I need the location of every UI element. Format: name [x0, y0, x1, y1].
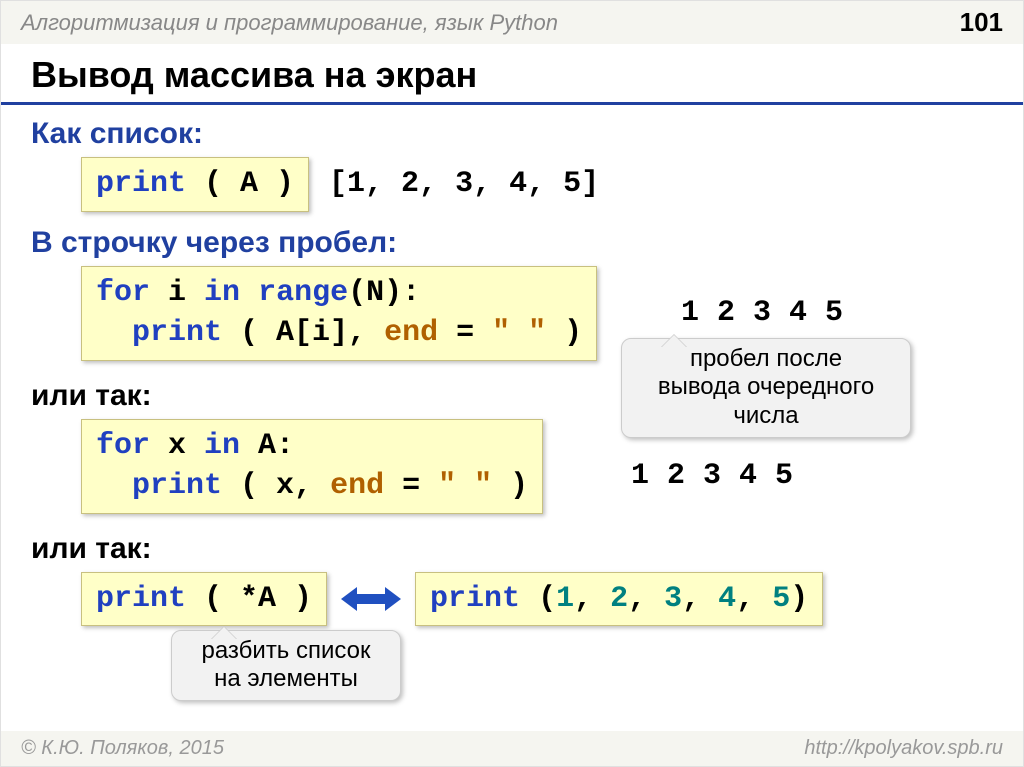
code-print-a: print ( A ) — [81, 157, 309, 212]
heading-as-list: Как список: — [31, 117, 993, 151]
slide-footer: © К.Ю. Поляков, 2015 http://kpolyakov.sp… — [1, 731, 1023, 766]
output-list: [1, 2, 3, 4, 5] — [329, 167, 599, 201]
code-print-expanded: print (1, 2, 3, 4, 5) — [415, 572, 823, 627]
code-for-range: for i in range(N): print ( A[i], end = "… — [81, 266, 597, 361]
footer-url: http://kpolyakov.spb.ru — [804, 737, 1003, 760]
example-1: print ( A ) [1, 2, 3, 4, 5] — [81, 157, 993, 212]
callout-space: пробел после вывода очередного числа — [621, 338, 911, 438]
output-12345-b: 1 2 3 4 5 — [631, 459, 793, 493]
page-title: Вывод массива на экран — [1, 44, 1023, 105]
code-print-star: print ( *A ) — [81, 572, 327, 627]
example-2: for i in range(N): print ( A[i], end = "… — [81, 266, 993, 361]
double-arrow-icon — [341, 584, 401, 614]
page-number: 101 — [960, 7, 1003, 38]
copyright: © К.Ю. Поляков, 2015 — [21, 737, 224, 760]
slide-header: Алгоритмизация и программирование, язык … — [1, 1, 1023, 44]
code-for-x: for x in A: print ( x, end = " " ) — [81, 419, 543, 514]
heading-space: В строчку через пробел: — [31, 226, 993, 260]
breadcrumb: Алгоритмизация и программирование, язык … — [21, 10, 558, 36]
example-4: print ( *A ) print (1, 2, 3, 4, 5) разби… — [81, 572, 993, 627]
output-12345-a: 1 2 3 4 5 — [681, 296, 843, 330]
callout-split: разбить список на элементы — [171, 630, 401, 702]
heading-or2: или так: — [31, 532, 993, 566]
content: Как список: print ( A ) [1, 2, 3, 4, 5] … — [1, 105, 1023, 626]
